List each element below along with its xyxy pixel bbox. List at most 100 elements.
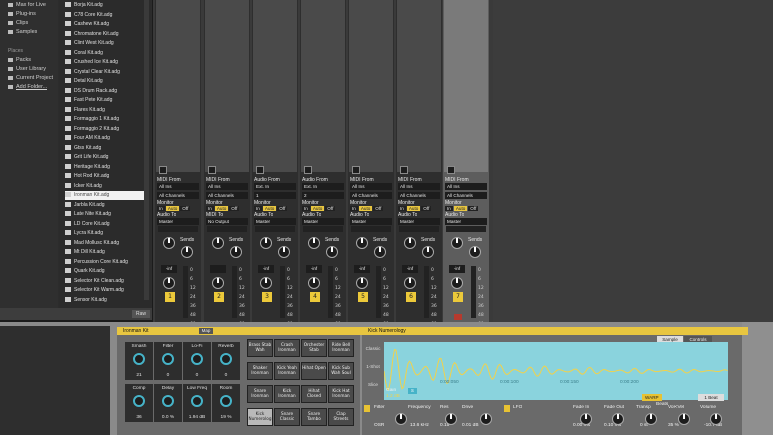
clip-stop-button[interactable] — [352, 166, 360, 174]
input-select[interactable]: All Ins — [157, 183, 199, 190]
monitor-auto-button[interactable]: Auto — [262, 206, 277, 211]
clip-stop-button[interactable] — [447, 166, 455, 174]
file-item[interactable]: Ironman Kit.adg — [65, 191, 149, 200]
send-b-knob[interactable] — [181, 246, 193, 258]
file-item[interactable]: Selector Kit Clean.adg — [65, 277, 149, 286]
monitor-switch[interactable]: In Auto Off — [206, 206, 240, 211]
param-value[interactable]: 35 % — [668, 423, 679, 428]
file-item[interactable]: C78 Core Kit.adg — [65, 11, 149, 20]
file-item[interactable]: Borja Kit.adg — [65, 1, 149, 10]
file-item[interactable]: Flares Kit.adg — [65, 106, 149, 115]
drum-pad[interactable]: Hihat Open — [301, 362, 327, 380]
param-knob[interactable] — [612, 413, 624, 425]
file-item[interactable]: Fast Pete Kit.adg — [65, 96, 149, 105]
volume-value[interactable]: -inf — [354, 265, 370, 273]
start-marker[interactable]: S — [408, 388, 417, 394]
macro-knob[interactable] — [162, 353, 174, 365]
drum-pad[interactable]: Snare Classic — [274, 408, 300, 426]
macro-knob[interactable] — [220, 395, 232, 407]
file-item[interactable]: Four AM Kit.adg — [65, 134, 149, 143]
input-select[interactable]: All Ins — [350, 183, 392, 190]
channel-select[interactable]: All Channels — [206, 192, 248, 199]
channel-select[interactable]: All Channels — [445, 192, 487, 199]
output-select[interactable]: Master — [302, 218, 344, 225]
filter-toggle[interactable] — [364, 405, 370, 412]
clip-slots[interactable] — [205, 0, 249, 172]
monitor-in-button[interactable]: In — [157, 206, 165, 211]
macro-delay[interactable]: Delay 0.0 % — [154, 384, 182, 422]
track-activator[interactable]: 2 — [214, 292, 224, 302]
clip-stop-button[interactable] — [159, 166, 167, 174]
param-knob[interactable] — [678, 413, 690, 425]
warp-mode[interactable]: Beats — [656, 402, 668, 407]
clip-stop-button[interactable] — [400, 166, 408, 174]
file-item[interactable]: Icker Kit.adg — [65, 182, 149, 191]
simpler-header[interactable]: Kick Numerology — [362, 327, 748, 335]
monitor-switch[interactable]: In Auto Off — [350, 206, 384, 211]
monitor-off-button[interactable]: Off — [277, 206, 288, 211]
macro-room[interactable]: Room 19 % — [212, 384, 240, 422]
monitor-off-button[interactable]: Off — [421, 206, 432, 211]
clip-stop-button[interactable] — [256, 166, 264, 174]
file-item[interactable]: Clint West Kit.adg — [65, 39, 149, 48]
pan-knob[interactable] — [163, 277, 175, 289]
mixer-track-5[interactable]: MIDI From All Ins All Channels Monitor In Aut… — [348, 0, 394, 327]
file-item[interactable]: LD Core Kit.adg — [65, 220, 149, 229]
pan-knob[interactable] — [404, 277, 416, 289]
send-b-knob[interactable] — [278, 246, 290, 258]
file-item[interactable]: Hot Rod Kit.adg — [65, 172, 149, 181]
file-item[interactable]: Jarbla Kit.adg — [65, 201, 149, 210]
send-b-knob[interactable] — [469, 246, 481, 258]
preview-bar[interactable]: Raw — [0, 308, 152, 320]
monitor-auto-button[interactable]: Auto — [165, 206, 180, 211]
monitor-switch[interactable]: In Auto Off — [302, 206, 336, 211]
track-activator[interactable]: 1 — [165, 292, 175, 302]
monitor-in-button[interactable]: In — [302, 206, 310, 211]
volume-value[interactable]: -inf — [161, 265, 177, 273]
monitor-off-button[interactable]: Off — [373, 206, 384, 211]
output-select[interactable]: No Output — [206, 218, 248, 225]
volume-value[interactable]: -inf — [449, 265, 465, 273]
drum-pad[interactable]: Kick Numerolog — [247, 408, 273, 426]
file-item[interactable]: Late Nite Kit.adg — [65, 210, 149, 219]
macro-knob[interactable] — [191, 353, 203, 365]
places-item-1[interactable]: User Library — [8, 66, 46, 72]
drum-pad[interactable]: Snare Tambo — [301, 408, 327, 426]
map-button[interactable]: Map — [199, 328, 213, 334]
pan-knob[interactable] — [212, 277, 224, 289]
clip-slots[interactable] — [349, 0, 393, 172]
param-knob[interactable] — [480, 413, 492, 425]
monitor-auto-button[interactable]: Auto — [310, 206, 325, 211]
file-item[interactable]: Quark Kit.adg — [65, 267, 149, 276]
input-select[interactable]: All Ins — [206, 183, 248, 190]
monitor-switch[interactable]: In Auto Off — [254, 206, 288, 211]
drum-pad[interactable]: Kick Sub Wah Soul — [328, 362, 354, 380]
volume-value[interactable]: -inf — [306, 265, 322, 273]
file-item[interactable]: Formaggio 1 Kit.adg — [65, 115, 149, 124]
pan-knob[interactable] — [356, 277, 368, 289]
macro-knob[interactable] — [133, 353, 145, 365]
file-item[interactable]: Crystal Clear Kit.adg — [65, 68, 149, 77]
channel-select[interactable]: 2 — [302, 192, 344, 199]
browser-category-3[interactable]: Samples — [8, 29, 37, 35]
mixer-track-2[interactable]: MIDI From All Ins All Channels Monitor In Aut… — [204, 0, 250, 327]
clip-slots[interactable] — [397, 0, 441, 172]
browser-category-2[interactable]: Clips — [8, 20, 28, 26]
clip-slots[interactable] — [301, 0, 345, 172]
param-knob[interactable] — [645, 413, 657, 425]
output-select[interactable]: Master — [157, 218, 199, 225]
drum-pad[interactable]: Kick Yeah Ironman — [274, 362, 300, 380]
file-item[interactable]: Detal Kit.adg — [65, 77, 149, 86]
file-item[interactable]: Mt Dill Kit.adg — [65, 248, 149, 257]
file-item[interactable]: Crushed Ice Kit.adg — [65, 58, 149, 67]
waveform-display[interactable] — [383, 342, 728, 400]
send-a-knob[interactable] — [308, 237, 320, 249]
macro-filter[interactable]: Filter 0 — [154, 342, 182, 380]
param-knob[interactable] — [395, 413, 407, 425]
file-item[interactable]: Coral Kit.adg — [65, 49, 149, 58]
file-item[interactable]: Selector Kit Warm.adg — [65, 286, 149, 295]
volume-value[interactable]: -inf — [258, 265, 274, 273]
output-select[interactable]: Master — [350, 218, 392, 225]
warp-button[interactable]: WARP — [642, 394, 662, 401]
input-select[interactable]: All Ins — [445, 183, 487, 190]
